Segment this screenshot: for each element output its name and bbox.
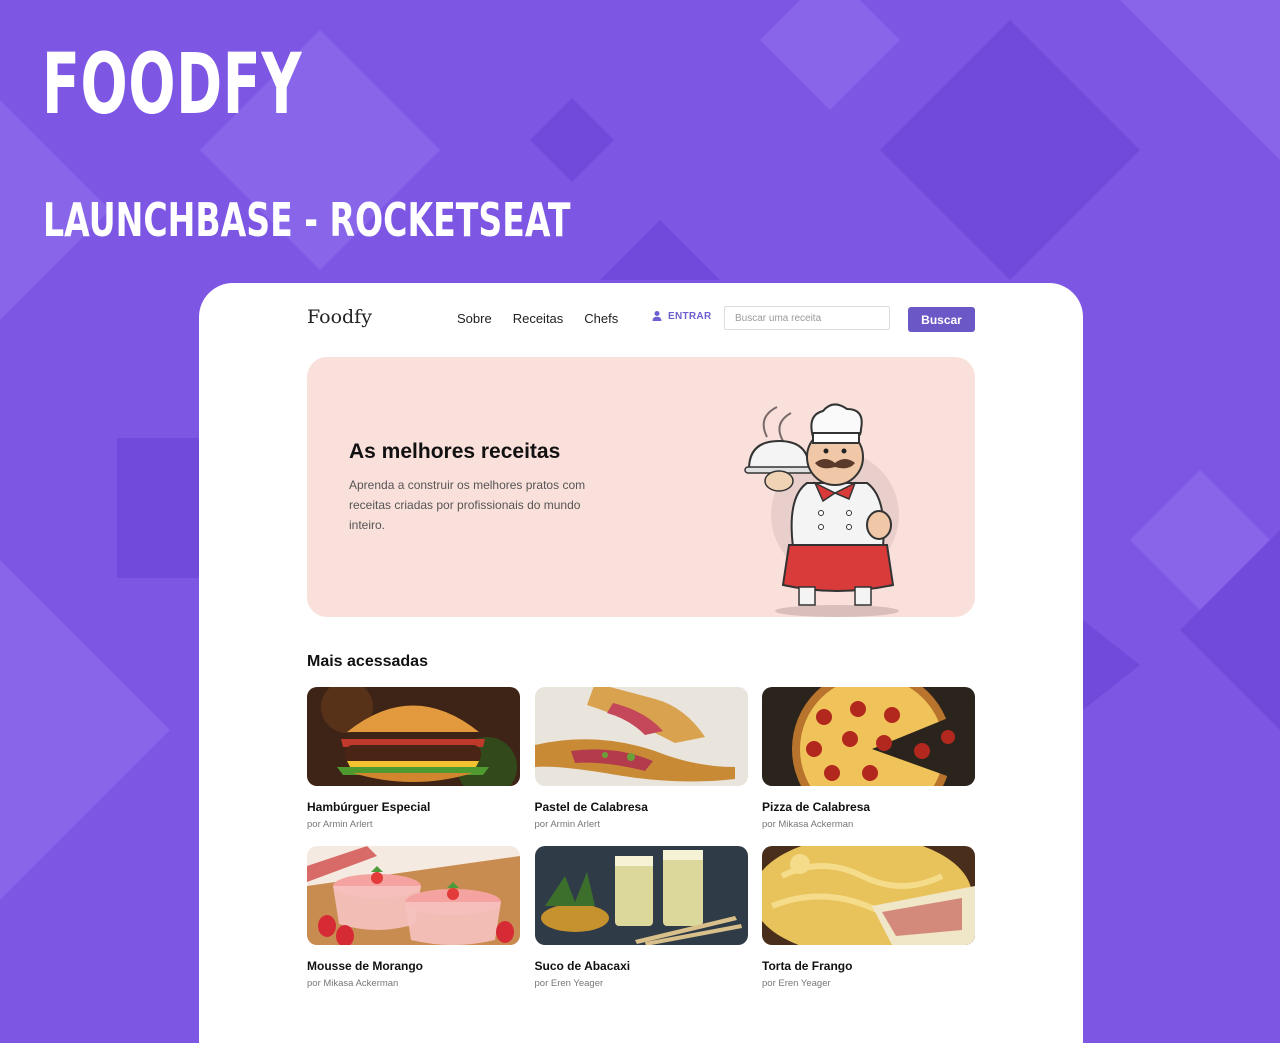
banner-title: FOODFY (42, 35, 303, 133)
login-label: ENTRAR (668, 310, 712, 322)
recipe-image (307, 846, 520, 945)
user-icon (652, 311, 662, 321)
app-preview-window: Foodfy Sobre Receitas Chefs ENTRAR Busca… (199, 283, 1083, 1043)
hero-title: As melhores receitas (349, 440, 561, 463)
recipes-grid: Hambúrguer Especial por Armin Arlert Pas… (307, 687, 975, 989)
recipe-card[interactable]: Suco de Abacaxi por Eren Yeager (534, 846, 748, 989)
recipe-card[interactable]: Hambúrguer Especial por Armin Arlert (307, 687, 520, 830)
recipe-card[interactable]: Pastel de Calabresa por Armin Arlert (534, 687, 748, 830)
recipe-title: Torta de Frango (762, 959, 853, 973)
recipe-image (307, 687, 520, 786)
recipe-card[interactable]: Mousse de Morango por Mikasa Ackerman (307, 846, 520, 989)
search-input[interactable] (724, 306, 890, 330)
recipe-title: Mousse de Morango (307, 959, 424, 973)
recipe-author: por Mikasa Ackerman (762, 819, 854, 830)
header: Foodfy Sobre Receitas Chefs ENTRAR Busca… (307, 305, 975, 333)
recipe-title: Pizza de Calabresa (762, 800, 871, 814)
recipe-author: por Eren Yeager (534, 978, 604, 989)
recipe-card[interactable]: Torta de Frango por Eren Yeager (762, 846, 975, 989)
recipe-image (762, 846, 975, 945)
nav-item-chefs[interactable]: Chefs (584, 311, 618, 327)
recipe-title: Hambúrguer Especial (307, 800, 431, 814)
nav-item-receitas[interactable]: Receitas (513, 311, 564, 327)
hero-description: Aprenda a construir os melhores pratos c… (349, 478, 586, 532)
section-title: Mais acessadas (307, 653, 428, 670)
recipe-author: por Eren Yeager (762, 978, 831, 989)
main-nav: Sobre Receitas Chefs (457, 311, 618, 327)
recipe-image (534, 846, 748, 945)
recipe-author: por Mikasa Ackerman (307, 978, 399, 989)
nav-item-sobre[interactable]: Sobre (457, 311, 492, 327)
recipe-image (534, 687, 748, 786)
recipe-image (762, 687, 975, 786)
logo[interactable]: Foodfy (307, 305, 372, 329)
recipe-author: por Armin Arlert (307, 819, 373, 830)
search-button[interactable]: Buscar (908, 307, 975, 332)
banner-subtitle: LAUNCHBASE - ROCKETSEAT (43, 193, 571, 247)
chef-illustration (744, 403, 899, 617)
hero-banner: As melhores receitas Aprenda a construir… (307, 357, 975, 617)
recipe-card[interactable]: Pizza de Calabresa por Mikasa Ackerman (762, 687, 975, 830)
login-link[interactable]: ENTRAR (651, 310, 711, 322)
recipe-author: por Armin Arlert (534, 819, 600, 830)
recipe-title: Suco de Abacaxi (534, 959, 631, 973)
recipe-title: Pastel de Calabresa (534, 800, 648, 814)
